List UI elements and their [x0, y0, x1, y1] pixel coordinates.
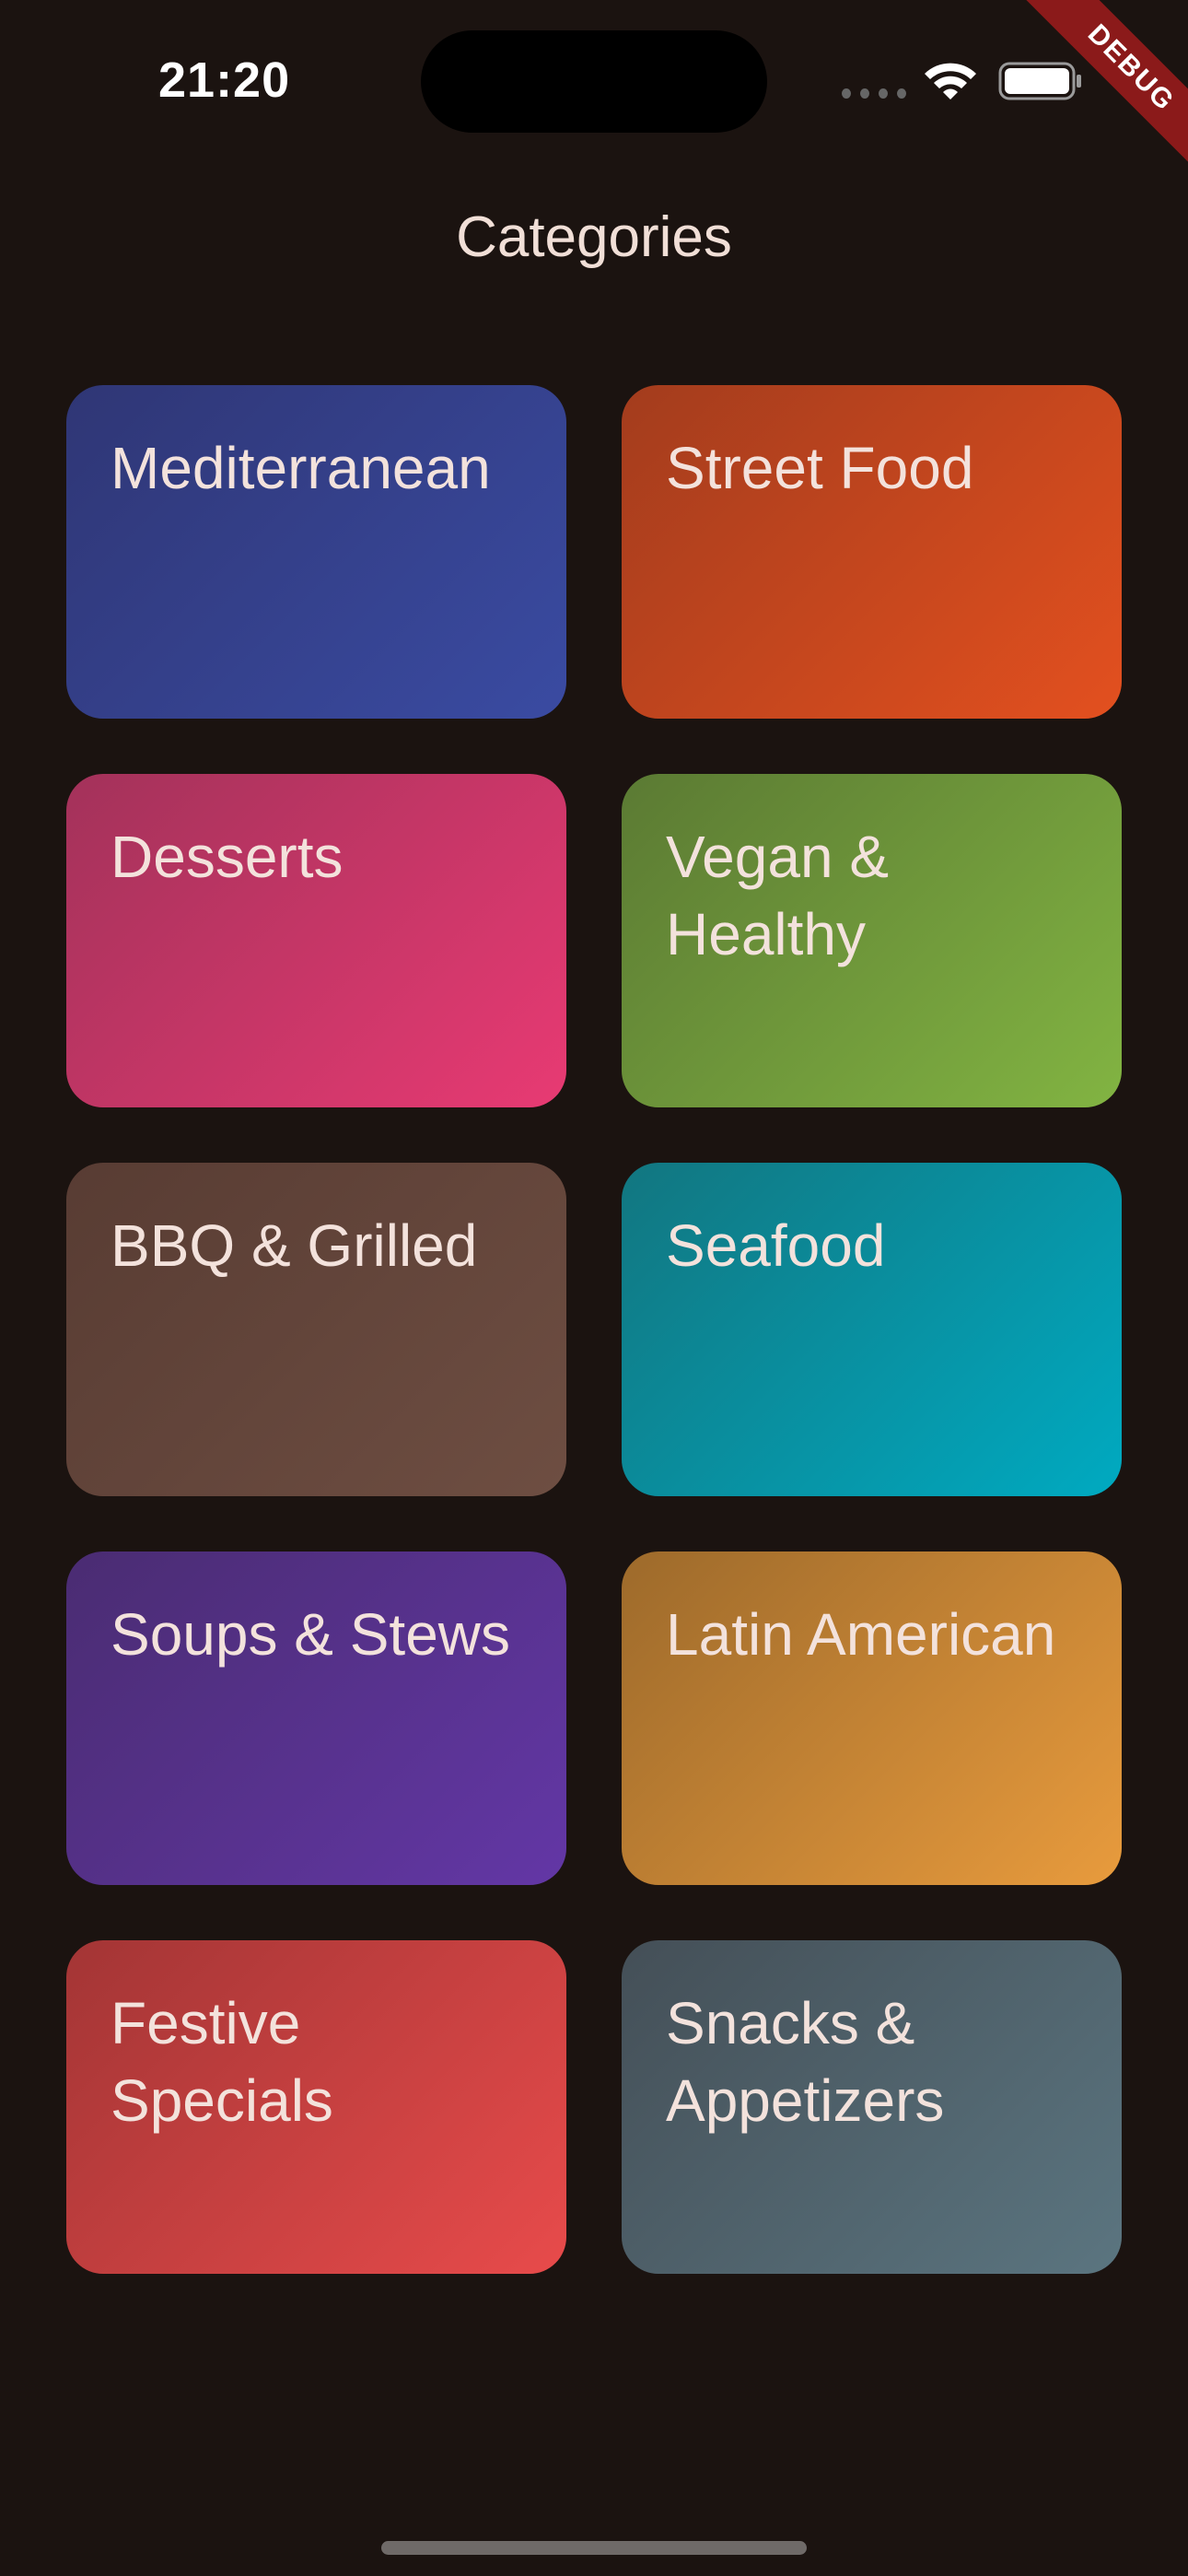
category-card-seafood[interactable]: Seafood [622, 1163, 1122, 1496]
category-label: BBQ & Grilled [111, 1212, 478, 1279]
category-card-bbq-grilled[interactable]: BBQ & Grilled [66, 1163, 566, 1496]
wifi-icon [925, 63, 976, 100]
category-label: Seafood [666, 1212, 886, 1279]
debug-banner-label: DEBUG [1015, 0, 1188, 184]
category-card-snacks-appetizers[interactable]: Snacks & Appetizers [622, 1940, 1122, 2274]
category-label: Latin American [666, 1601, 1056, 1668]
category-label: Desserts [111, 824, 344, 890]
category-card-soups-stews[interactable]: Soups & Stews [66, 1551, 566, 1885]
category-card-festive-specials[interactable]: Festive Specials [66, 1940, 566, 2274]
category-label: Snacks & Appetizers [666, 1990, 945, 2134]
category-label: Soups & Stews [111, 1601, 510, 1668]
dynamic-island [421, 30, 767, 133]
category-card-latin-american[interactable]: Latin American [622, 1551, 1122, 1885]
category-label: Festive Specials [111, 1990, 333, 2134]
category-label: Vegan & Healthy [666, 824, 889, 967]
category-card-mediterranean[interactable]: Mediterranean [66, 385, 566, 719]
category-label: Street Food [666, 435, 974, 501]
category-card-street-food[interactable]: Street Food [622, 385, 1122, 719]
page-title: Categories [456, 205, 732, 269]
category-grid: Mediterranean Street Food Desserts Vegan… [66, 385, 1122, 2274]
home-indicator[interactable] [381, 2541, 807, 2555]
cellular-icon [842, 88, 906, 99]
debug-banner: DEBUG [1004, 0, 1188, 184]
status-time: 21:20 [158, 53, 291, 108]
category-label: Mediterranean [111, 435, 491, 501]
category-card-vegan-healthy[interactable]: Vegan & Healthy [622, 774, 1122, 1107]
category-card-desserts[interactable]: Desserts [66, 774, 566, 1107]
